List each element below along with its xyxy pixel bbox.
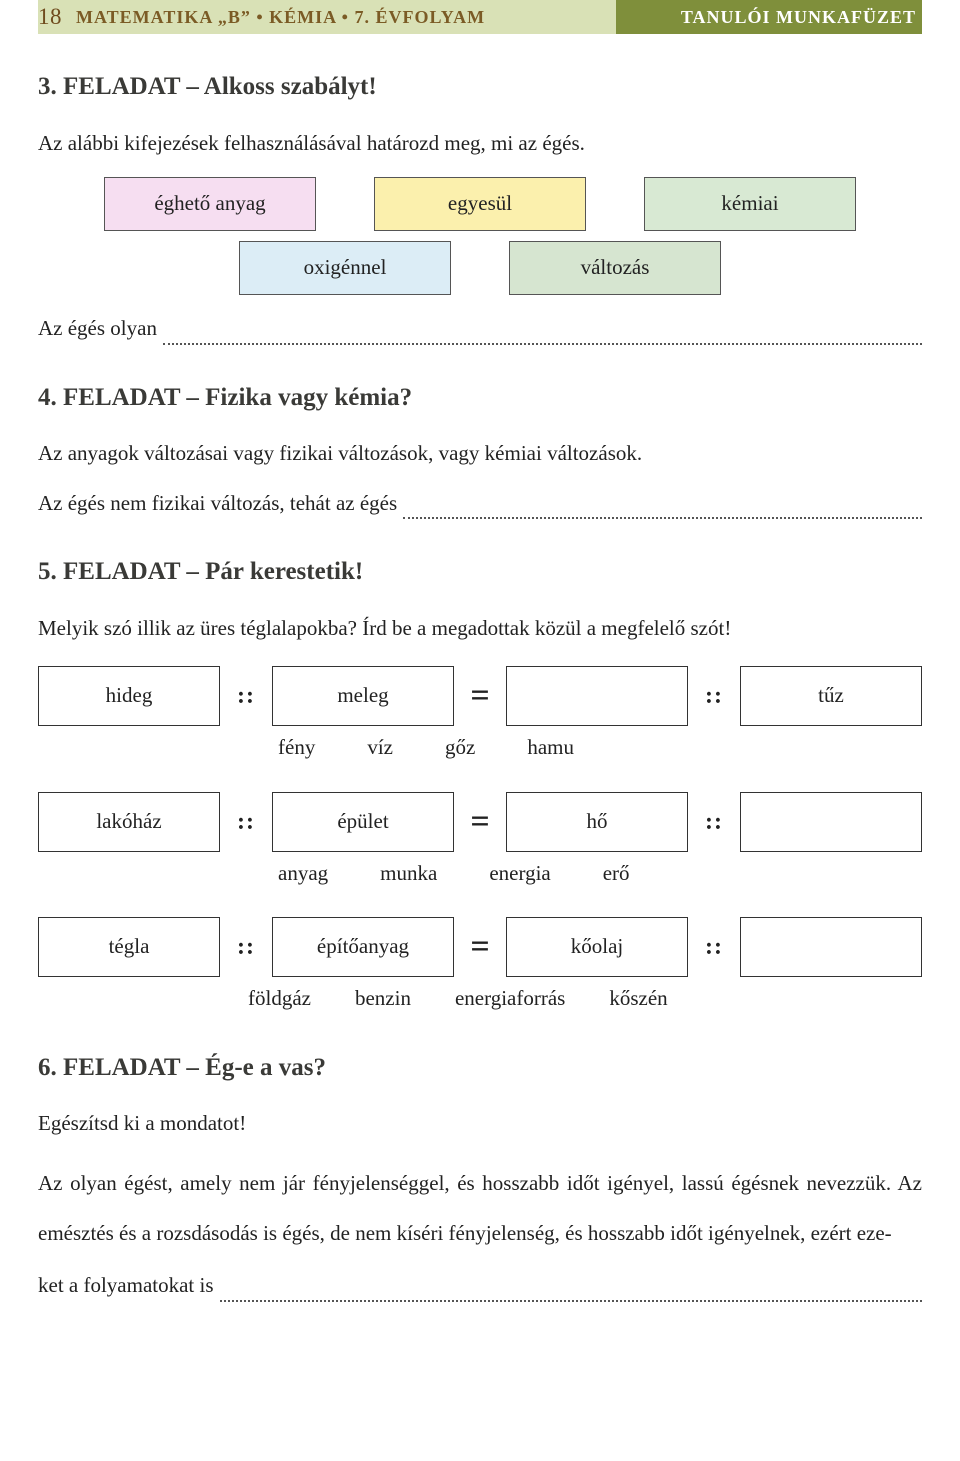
analogy-options-2: anyag munka energia erő xyxy=(38,858,922,890)
breadcrumb: MATEMATIKA „B” • KÉMIA • 7. ÉVFOLYAM xyxy=(76,4,485,31)
tag-egheto-anyag: éghető anyag xyxy=(104,177,316,231)
task5-title: 5. FELADAT – Pár kerestetik! xyxy=(38,553,922,591)
option: földgáz xyxy=(248,983,311,1015)
analogy-box: építőanyag xyxy=(272,917,454,977)
page-number: 18 xyxy=(38,0,76,34)
option: anyag xyxy=(278,858,328,890)
analogy-box: hő xyxy=(506,792,688,852)
analogy-options-1: fény víz gőz hamu xyxy=(38,732,922,764)
option: kőszén xyxy=(609,983,667,1015)
task4-fill-line: Az égés nem fizikai változás, tehát az é… xyxy=(38,488,922,520)
task6-paragraph-part1: Az olyan égést, amely nem jár fényjelens… xyxy=(38,1158,922,1259)
dotted-blank[interactable] xyxy=(163,324,922,345)
option: benzin xyxy=(355,983,411,1015)
tag-egyesul: egyesül xyxy=(374,177,586,231)
option: energiaforrás xyxy=(455,983,565,1015)
analogy-box: tégla xyxy=(38,917,220,977)
colon-sep: :: xyxy=(698,935,730,959)
task3-line-prefix: Az égés olyan xyxy=(38,313,157,345)
equals-sep: = xyxy=(464,930,496,964)
analogy-row-1: hideg :: meleg = :: tűz xyxy=(38,666,922,726)
task3-title: 3. FELADAT – Alkoss szabályt! xyxy=(38,68,922,106)
analogy-box: kőolaj xyxy=(506,917,688,977)
analogy-options-3: földgáz benzin energiaforrás kőszén xyxy=(38,983,922,1015)
analogy-blank-box[interactable] xyxy=(740,917,922,977)
equals-sep: = xyxy=(464,679,496,713)
task5-intro: Melyik szó illik az üres téglalapokba? Í… xyxy=(38,613,922,645)
equals-sep: = xyxy=(464,805,496,839)
task6-fill-line: ket a folyamatokat is xyxy=(38,1270,922,1302)
task6-title: 6. FELADAT – Ég-e a vas? xyxy=(38,1049,922,1087)
page: 18 MATEMATIKA „B” • KÉMIA • 7. ÉVFOLYAM … xyxy=(0,0,960,1370)
dotted-blank[interactable] xyxy=(403,498,922,519)
task4-line2-prefix: Az égés nem fizikai változás, tehát az é… xyxy=(38,488,397,520)
analogy-box: meleg xyxy=(272,666,454,726)
option: energia xyxy=(489,858,550,890)
tag-kemiai: kémiai xyxy=(644,177,856,231)
header-left: 18 MATEMATIKA „B” • KÉMIA • 7. ÉVFOLYAM xyxy=(38,0,616,34)
task3-fill-line: Az égés olyan xyxy=(38,313,922,345)
task6-intro: Egészítsd ki a mondatot! xyxy=(38,1108,922,1140)
colon-sep: :: xyxy=(230,935,262,959)
option: gőz xyxy=(445,732,475,764)
option: munka xyxy=(380,858,437,890)
task4-line1: Az anyagok változásai vagy fizikai válto… xyxy=(38,438,922,470)
colon-sep: :: xyxy=(698,684,730,708)
task3-tags-row2: oxigénnel változás xyxy=(38,241,922,295)
analogy-blank-box[interactable] xyxy=(506,666,688,726)
analogy-blank-box[interactable] xyxy=(740,792,922,852)
page-header: 18 MATEMATIKA „B” • KÉMIA • 7. ÉVFOLYAM … xyxy=(38,0,922,34)
analogy-box: tűz xyxy=(740,666,922,726)
task3-intro: Az alábbi kifejezések felhasználásával h… xyxy=(38,128,922,160)
option: fény xyxy=(278,732,315,764)
analogy-box: épület xyxy=(272,792,454,852)
colon-sep: :: xyxy=(230,684,262,708)
tag-oxigennel: oxigénnel xyxy=(239,241,451,295)
analogy-box: hideg xyxy=(38,666,220,726)
colon-sep: :: xyxy=(230,810,262,834)
header-right: TANULÓI MUNKAFÜZET xyxy=(616,0,922,34)
option: hamu xyxy=(527,732,574,764)
task5-analogies: hideg :: meleg = :: tűz fény víz gőz ham… xyxy=(38,666,922,1015)
colon-sep: :: xyxy=(698,810,730,834)
task4-title: 4. FELADAT – Fizika vagy kémia? xyxy=(38,379,922,417)
option: víz xyxy=(367,732,393,764)
dotted-blank[interactable] xyxy=(220,1281,922,1302)
analogy-box: lakóház xyxy=(38,792,220,852)
tag-valtozas: változás xyxy=(509,241,721,295)
task3-tags-row1: éghető anyag egyesül kémiai xyxy=(38,177,922,231)
task6-line-prefix: ket a folyamatokat is xyxy=(38,1270,214,1302)
analogy-row-2: lakóház :: épület = hő :: xyxy=(38,792,922,852)
analogy-row-3: tégla :: építőanyag = kőolaj :: xyxy=(38,917,922,977)
option: erő xyxy=(603,858,630,890)
